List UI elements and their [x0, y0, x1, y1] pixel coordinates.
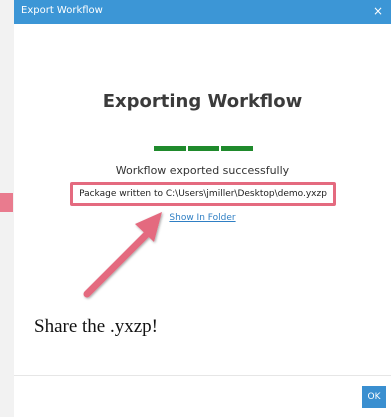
annotation-arrow-icon [83, 212, 162, 298]
export-workflow-dialog: Export Workflow × Exporting Workflow Wor… [14, 0, 391, 417]
ok-button[interactable]: OK [362, 386, 386, 408]
footer-divider [14, 375, 391, 376]
annotation-caption: Share the .yxzp! [34, 316, 158, 337]
background-highlight-fragment [0, 193, 13, 212]
